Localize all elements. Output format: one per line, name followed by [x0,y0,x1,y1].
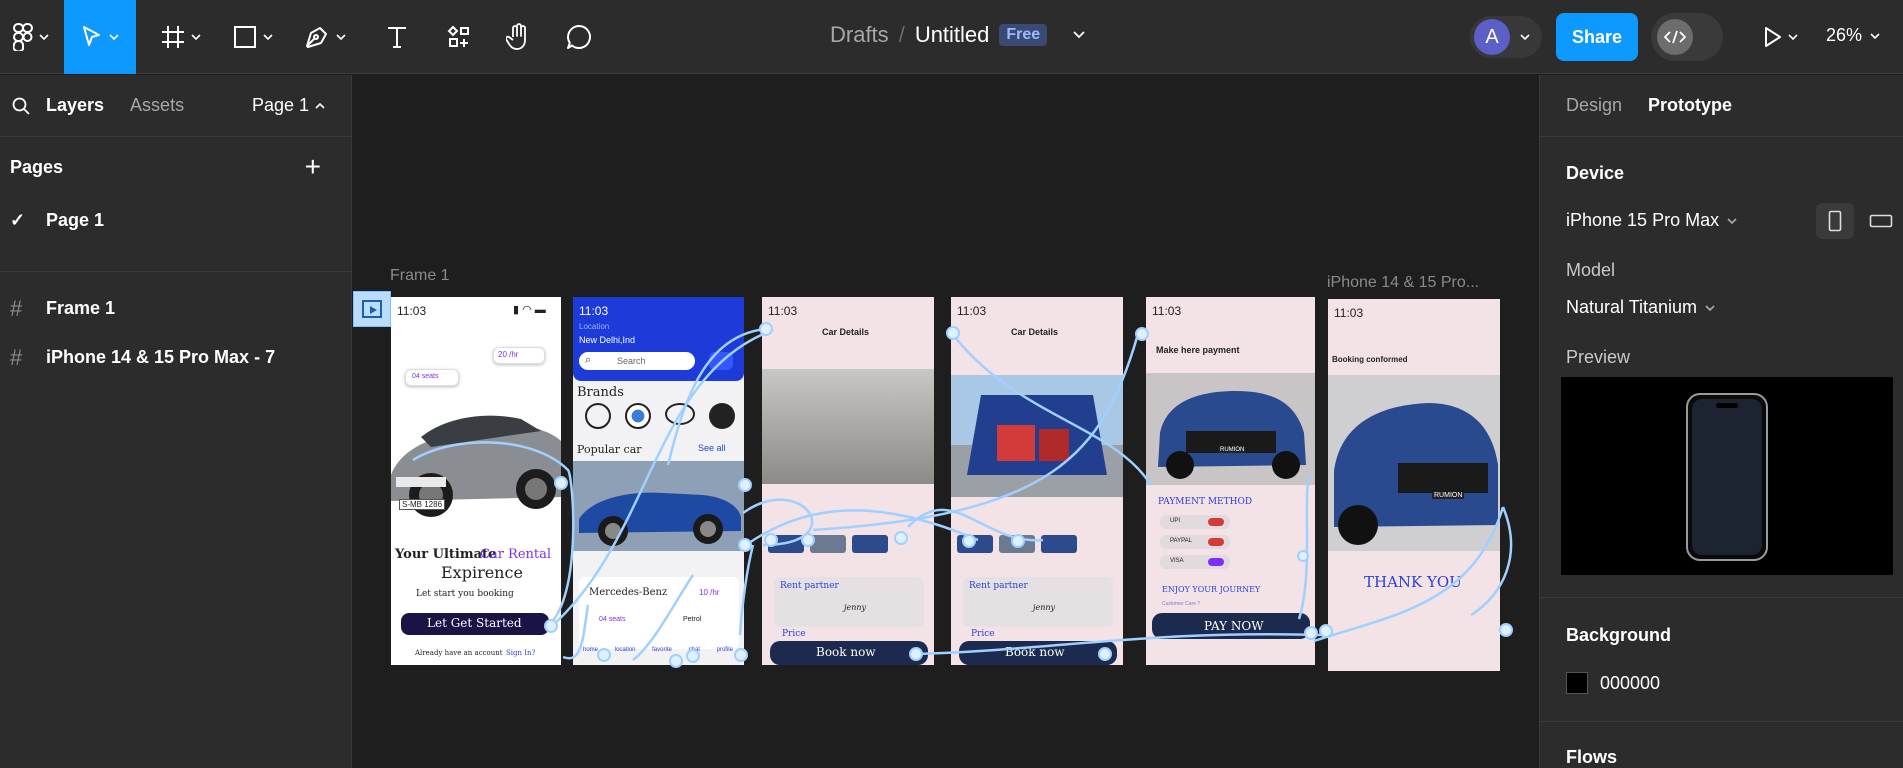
frame-tool-button[interactable] [156,0,206,74]
chevron-down-icon[interactable] [1073,31,1085,39]
avatar: A [1474,19,1510,55]
chevron-down-icon [1788,34,1798,40]
chevron-down-icon [1705,304,1715,311]
components-icon [447,25,469,47]
frame-icon: # [10,295,23,321]
cursor-icon [83,26,100,46]
preview-label: Preview [1566,347,1631,367]
chevron-down-icon [263,34,273,40]
text-tool-button[interactable] [372,0,422,74]
document-title: Drafts / Untitled Free [830,22,1085,48]
add-page-icon[interactable]: + [305,151,321,183]
divider [1540,721,1903,722]
shape-tool-button[interactable] [228,0,278,74]
play-icon [1765,27,1781,47]
components-tool-button[interactable] [434,0,484,74]
tab-layers[interactable]: Layers [46,95,104,116]
device-preview [1561,377,1893,575]
code-icon [1657,19,1693,55]
move-tool-button[interactable] [64,0,136,74]
background-color-field[interactable]: 000000 [1566,672,1660,694]
connection-line [551,328,774,627]
share-button[interactable]: Share [1556,13,1638,61]
model-select[interactable]: Natural Titanium [1566,297,1715,318]
chevron-down-icon [109,34,119,40]
breadcrumb-separator: / [898,22,905,47]
phone-frame-icon [1686,393,1768,561]
text-icon [388,27,406,48]
comment-tool-button[interactable] [554,0,604,74]
page-selector-label: Page 1 [251,95,309,115]
page-item-label: Page 1 [46,209,105,230]
background-section-title: Background [1566,625,1672,645]
layer-item-frame-1[interactable]: # Frame 1 [0,284,351,333]
chevron-up-icon [315,102,325,109]
drafts-link[interactable]: Drafts [830,22,889,48]
model-select-value: Natural Titanium [1566,297,1698,317]
chevron-down-icon [1727,217,1737,224]
hand-tool-button[interactable] [494,0,544,74]
design-canvas[interactable]: Frame 1 iPhone 14 & 15 Pro... 11:03 ▮ ◠ … [353,75,1539,768]
background-hex[interactable]: 000000 [1600,673,1660,694]
chevron-down-icon [336,34,346,40]
left-panel-tabs: Layers Assets Page 1 [0,75,351,137]
page-item-page-1[interactable]: ✓ Page 1 [0,197,351,243]
chevron-down-icon [1520,34,1530,40]
landscape-icon [1869,214,1893,228]
rectangle-icon [234,26,256,48]
properties-panel: Design Prototype Device iPhone 15 Pro Ma… [1539,75,1903,768]
prototype-connections [412,322,1513,668]
device-select[interactable]: iPhone 15 Pro Max [1566,210,1737,231]
pen-icon [306,27,327,48]
flows-section-title: Flows [1566,747,1618,767]
layer-item-label: iPhone 14 & 15 Pro Max - 7 [46,347,276,367]
zoom-menu[interactable]: 26% [1826,25,1880,46]
tab-assets[interactable]: Assets [130,95,184,116]
chevron-down-icon [191,34,201,40]
pages-title: Pages [10,156,64,177]
zoom-level: 26% [1826,25,1863,45]
tab-design[interactable]: Design [1566,95,1622,116]
right-panel-tabs: Design Prototype [1540,75,1903,137]
chevron-down-icon [39,34,49,40]
layers-panel: Layers Assets Page 1 Pages + ✓ Page 1 # … [0,75,352,768]
portrait-icon [1828,210,1842,232]
dev-mode-toggle[interactable] [1651,13,1723,61]
tab-prototype[interactable]: Prototype [1648,95,1732,116]
layer-item-label: Frame 1 [46,298,116,318]
landscape-orientation-button[interactable] [1862,203,1900,239]
hand-icon [506,23,526,50]
frame-icon [162,26,184,48]
file-name[interactable]: Untitled [915,22,990,48]
chevron-down-icon [1870,32,1880,39]
user-avatar-menu[interactable]: A [1470,16,1542,58]
pages-header: Pages + [0,137,351,197]
portrait-orientation-button[interactable] [1816,203,1854,239]
divider [1540,597,1903,598]
device-section-title: Device [1566,163,1625,183]
layer-item-iphone-7[interactable]: # iPhone 14 & 15 Pro Max - 7 [0,333,351,382]
figma-logo-icon [13,23,33,51]
frame-icon: # [10,344,23,370]
top-toolbar: Drafts / Untitled Free A Share 26% [0,0,1903,74]
model-label: Model [1566,260,1616,280]
main-menu-button[interactable] [6,0,56,74]
color-swatch[interactable] [1566,672,1588,694]
present-button[interactable] [1752,0,1810,74]
page-selector[interactable]: Page 1 [252,95,325,116]
pen-tool-button[interactable] [300,0,350,74]
plan-badge[interactable]: Free [999,24,1048,46]
comment-icon [567,25,591,49]
search-icon[interactable] [12,97,30,115]
device-select-value: iPhone 15 Pro Max [1566,210,1720,230]
check-icon: ✓ [10,209,26,230]
